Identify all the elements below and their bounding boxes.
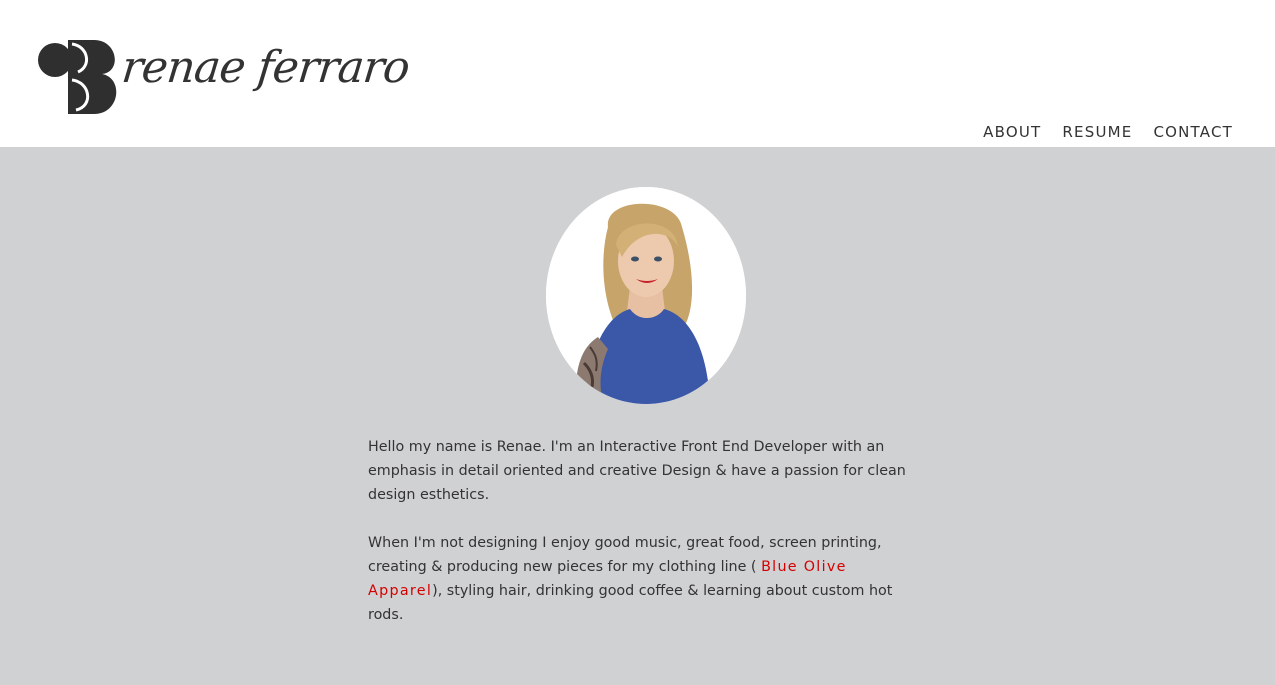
bio-paragraph-hobbies: When I'm not designing I enjoy good musi… xyxy=(368,531,923,627)
logo-monogram-icon xyxy=(38,40,117,114)
site-header: renae ferraro ABOUT RESUME CONTACT xyxy=(0,0,1275,147)
about-bio: Hello my name is Renae. I'm an Interacti… xyxy=(368,435,923,651)
bio-paragraph-intro: Hello my name is Renae. I'm an Interacti… xyxy=(368,439,906,503)
nav-contact[interactable]: CONTACT xyxy=(1153,123,1233,141)
nav-about[interactable]: ABOUT xyxy=(983,123,1041,141)
site-logo[interactable]: renae ferraro xyxy=(38,36,412,118)
nav-resume[interactable]: RESUME xyxy=(1062,123,1132,141)
main-nav: ABOUT RESUME CONTACT xyxy=(983,123,1233,141)
bio-text-after-link: ), styling hair, drinking good coffee & … xyxy=(368,583,893,623)
profile-photo xyxy=(546,187,746,404)
portrait-illustration xyxy=(546,187,746,404)
logo-wordmark: renae ferraro xyxy=(119,42,412,93)
